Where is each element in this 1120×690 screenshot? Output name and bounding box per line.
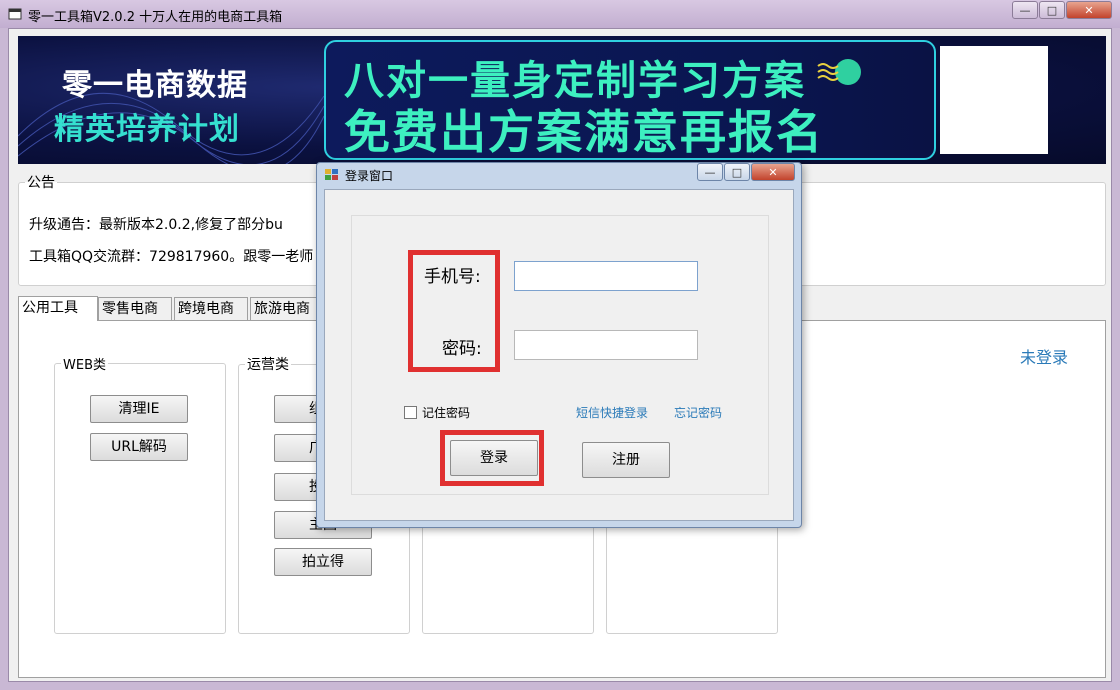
clear-ie-button[interactable]: 清理IE (90, 395, 188, 423)
window-title: 零一工具箱V2.0.2 十万人在用的电商工具箱 (28, 10, 283, 25)
dialog-inner-panel: 手机号: 密码: 记住密码 短信快捷登录 忘记密码 登录 注册 (351, 215, 769, 495)
login-dialog: 登录窗口 — □ ✕ 手机号: 密码: 记住密码 短信快捷登录 忘记密码 登录 … (316, 162, 802, 528)
dialog-app-icon (325, 169, 338, 180)
notice-line-2: 工具箱QQ交流群：729817960。跟零一老师 (29, 249, 314, 265)
highlight-box-login (440, 430, 544, 486)
wave-icon (817, 59, 861, 85)
tab-travel[interactable]: 旅游电商 (250, 297, 324, 320)
forgot-password-link[interactable]: 忘记密码 (674, 404, 722, 421)
highlight-box-labels (408, 250, 500, 372)
instant-button[interactable]: 拍立得 (274, 548, 372, 576)
minimize-button[interactable]: — (1012, 1, 1038, 19)
login-status[interactable]: 未登录 (1020, 344, 1068, 368)
banner-main-box: 八对一量身定制学习方案 免费出方案满意再报名 (324, 40, 936, 160)
qr-code-placeholder (940, 46, 1048, 154)
url-decode-button[interactable]: URL解码 (90, 433, 188, 461)
tab-crossborder[interactable]: 跨境电商 (174, 297, 248, 320)
ad-banner[interactable]: 零一电商数据 精英培养计划 八对一量身定制学习方案 免费出方案满意再报名 (18, 36, 1106, 164)
banner-left-line1: 零一电商数据 (62, 68, 248, 103)
notice-legend: 公告 (27, 175, 55, 191)
password-input[interactable] (514, 330, 698, 360)
remember-label: 记住密码 (422, 406, 471, 420)
dialog-minimize-button[interactable]: — (697, 163, 723, 181)
ops-group-legend: 运营类 (247, 357, 289, 373)
phone-input[interactable] (514, 261, 698, 291)
tab-retail[interactable]: 零售电商 (98, 297, 172, 320)
app-icon (8, 8, 22, 20)
tab-public-tools[interactable]: 公用工具 (18, 296, 98, 321)
banner-main-line2: 免费出方案满意再报名 (344, 105, 824, 159)
dialog-maximize-button[interactable]: □ (724, 163, 750, 181)
dialog-body: 手机号: 密码: 记住密码 短信快捷登录 忘记密码 登录 注册 (324, 189, 794, 521)
register-button[interactable]: 注册 (582, 442, 670, 478)
remember-checkbox[interactable] (404, 406, 417, 419)
main-window: 零一工具箱V2.0.2 十万人在用的电商工具箱 — □ ✕ 零一电商数据 精英培… (0, 0, 1120, 690)
banner-left-line2: 精英培养计划 (54, 112, 240, 147)
close-button[interactable]: ✕ (1066, 1, 1112, 19)
dialog-close-button[interactable]: ✕ (751, 163, 795, 181)
notice-line-1: 升级通告：最新版本2.0.2,修复了部分bu (29, 217, 283, 233)
title-bar[interactable]: 零一工具箱V2.0.2 十万人在用的电商工具箱 — □ ✕ (0, 0, 1120, 28)
maximize-button[interactable]: □ (1039, 1, 1065, 19)
sms-login-link[interactable]: 短信快捷登录 (576, 404, 648, 421)
web-group-legend: WEB类 (63, 358, 106, 373)
dialog-title: 登录窗口 (345, 169, 394, 183)
